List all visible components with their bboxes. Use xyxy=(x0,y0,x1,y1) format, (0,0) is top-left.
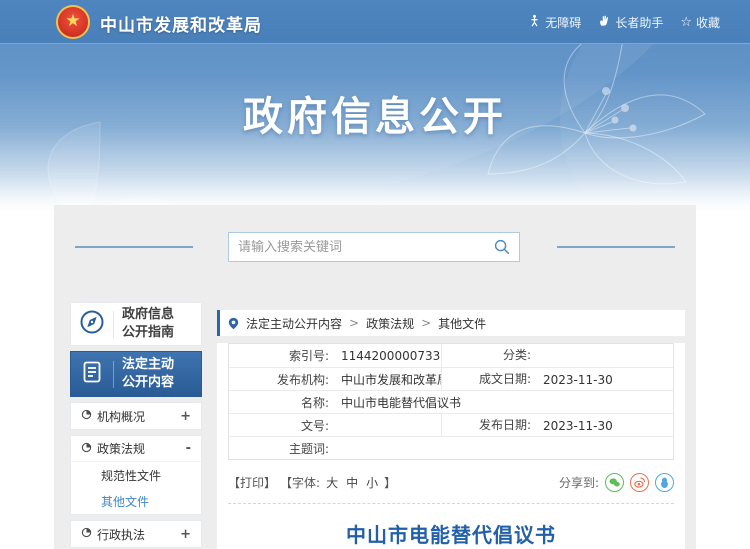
search-box xyxy=(228,232,520,262)
index-number-label: 索引号: xyxy=(229,347,335,364)
accessibility-label: 无障碍 xyxy=(545,14,581,31)
share-weibo-icon[interactable] xyxy=(630,473,649,492)
font-size-medium-button[interactable]: 中 xyxy=(346,474,358,491)
document-icon xyxy=(79,359,105,389)
category-label: 分类: xyxy=(441,344,537,367)
sidebar-subitem-normative-documents[interactable]: 规范性文件 xyxy=(71,462,201,488)
table-row: 名称: 中山市电能替代倡议书 xyxy=(229,390,673,413)
guide-label-line1: 政府信息 xyxy=(122,307,174,322)
menu-label: 行政执法 xyxy=(97,526,145,543)
statutory-label-line1: 法定主动 xyxy=(122,357,174,372)
sidebar-item-guide[interactable]: 政府信息 公开指南 xyxy=(70,302,202,346)
doc-number-label: 文号: xyxy=(229,417,335,434)
breadcrumb-item-statutory[interactable]: 法定主动公开内容 xyxy=(246,315,342,332)
sidebar-menu-organization: 机构概况 + xyxy=(70,402,202,430)
written-date-value: 2023-11-30 xyxy=(537,373,673,387)
article-title: 中山市电能替代倡议书 xyxy=(228,519,674,548)
favorite-label: 收藏 xyxy=(696,14,720,31)
publisher-value: 中山市发展和改革局 xyxy=(335,371,441,388)
article-content-box: 索引号: 11442000007332657M/2023-00662 分类: 发… xyxy=(217,343,685,549)
breadcrumb-item-policies[interactable]: 政策法规 xyxy=(366,315,414,332)
font-size-suffix: 】 xyxy=(384,474,396,491)
index-number-value: 11442000007332657M/2023-00662 xyxy=(335,349,441,363)
elder-assist-label: 长者助手 xyxy=(615,14,663,31)
compass-icon xyxy=(79,309,105,339)
page: 政府信息公开 ★ 中山市发展和改革局 无障碍 长者助手 ☆ 收藏 xyxy=(0,0,750,549)
national-emblem-icon: ★ xyxy=(56,5,90,39)
table-row: 索引号: 11442000007332657M/2023-00662 分类: xyxy=(229,344,673,367)
print-button[interactable]: 【打印】 xyxy=(228,474,276,491)
collapse-icon[interactable]: - xyxy=(186,441,191,456)
document-info-table: 索引号: 11442000007332657M/2023-00662 分类: 发… xyxy=(228,343,674,460)
bullet-icon xyxy=(81,409,92,423)
sidebar-item-organization[interactable]: 机构概况 + xyxy=(71,403,201,429)
favorite-link[interactable]: ☆ 收藏 xyxy=(680,14,720,31)
share-wechat-icon[interactable] xyxy=(605,473,624,492)
name-label: 名称: xyxy=(229,394,335,411)
share-qq-icon[interactable] xyxy=(655,473,674,492)
search-input[interactable] xyxy=(238,240,494,255)
table-row: 文号: 发布日期: 2023-11-30 xyxy=(229,413,673,436)
search-decor-line-left xyxy=(75,246,193,248)
guide-label-line2: 公开指南 xyxy=(122,325,174,340)
elder-assist-link[interactable]: 长者助手 xyxy=(598,14,663,31)
sidebar-item-statutory-disclosure[interactable]: 法定主动 公开内容 xyxy=(70,351,202,397)
page-title: 政府信息公开 xyxy=(0,84,750,142)
breadcrumb-accent-bar xyxy=(217,310,220,336)
font-size-small-button[interactable]: 小 xyxy=(366,474,378,491)
breadcrumb-separator: > xyxy=(349,316,359,330)
breadcrumb: 法定主动公开内容 > 政策法规 > 其他文件 xyxy=(217,310,685,336)
sidebar-subitem-other-documents[interactable]: 其他文件 xyxy=(71,488,201,514)
breadcrumb-item-current: 其他文件 xyxy=(438,315,486,332)
expand-icon[interactable]: + xyxy=(180,409,191,424)
dashed-divider xyxy=(228,503,674,504)
sidebar-item-enforcement[interactable]: 行政执法 + xyxy=(71,521,201,547)
table-row: 主题词: xyxy=(229,436,673,459)
divider xyxy=(113,361,114,388)
sidebar-statutory-label: 法定主动 公开内容 xyxy=(122,356,174,391)
keywords-label: 主题词: xyxy=(229,440,335,457)
star-icon: ☆ xyxy=(680,16,692,29)
article-toolbar: 【打印】 【字体: 大 中 小 】 分享到: xyxy=(228,473,674,492)
location-pin-icon xyxy=(228,317,239,330)
topbar-links: 无障碍 长者助手 ☆ 收藏 xyxy=(528,0,720,44)
publisher-label: 发布机构: xyxy=(229,371,335,388)
sidebar-menu-enforcement: 行政执法 + xyxy=(70,520,202,548)
sidebar-menu-policies: 政策法规 - 规范性文件 其他文件 xyxy=(70,435,202,515)
sidebar-item-policies[interactable]: 政策法规 - xyxy=(71,436,201,462)
accessibility-link[interactable]: 无障碍 xyxy=(528,14,581,31)
helping-hand-icon xyxy=(598,14,611,30)
statutory-label-line2: 公开内容 xyxy=(122,375,174,390)
divider xyxy=(113,311,114,338)
sidebar: 政府信息 公开指南 法定主动 公开内容 机构概况 + xyxy=(70,302,202,549)
publish-date-value: 2023-11-30 xyxy=(537,419,673,433)
breadcrumb-separator: > xyxy=(421,316,431,330)
emblem-star: ★ xyxy=(65,13,80,30)
search-decor-line-right xyxy=(557,246,675,248)
sidebar-guide-label: 政府信息 公开指南 xyxy=(122,306,174,341)
bullet-icon xyxy=(81,442,92,456)
accessibility-icon xyxy=(528,14,541,30)
font-size-prefix: 【字体: xyxy=(280,474,320,491)
menu-label: 机构概况 xyxy=(97,408,145,425)
publish-date-label: 发布日期: xyxy=(441,414,537,437)
table-row: 发布机构: 中山市发展和改革局 成文日期: 2023-11-30 xyxy=(229,367,673,390)
site-name: 中山市发展和改革局 xyxy=(100,11,262,36)
font-size-large-button[interactable]: 大 xyxy=(326,474,338,491)
share-label: 分享到: xyxy=(559,474,599,491)
menu-label: 政策法规 xyxy=(97,440,145,457)
name-value: 中山市电能替代倡议书 xyxy=(335,394,673,411)
search-icon[interactable] xyxy=(494,239,510,255)
written-date-label: 成文日期: xyxy=(441,368,537,391)
bullet-icon xyxy=(81,527,92,541)
expand-icon[interactable]: + xyxy=(180,527,191,542)
topbar: ★ 中山市发展和改革局 无障碍 长者助手 ☆ 收藏 xyxy=(0,0,750,44)
